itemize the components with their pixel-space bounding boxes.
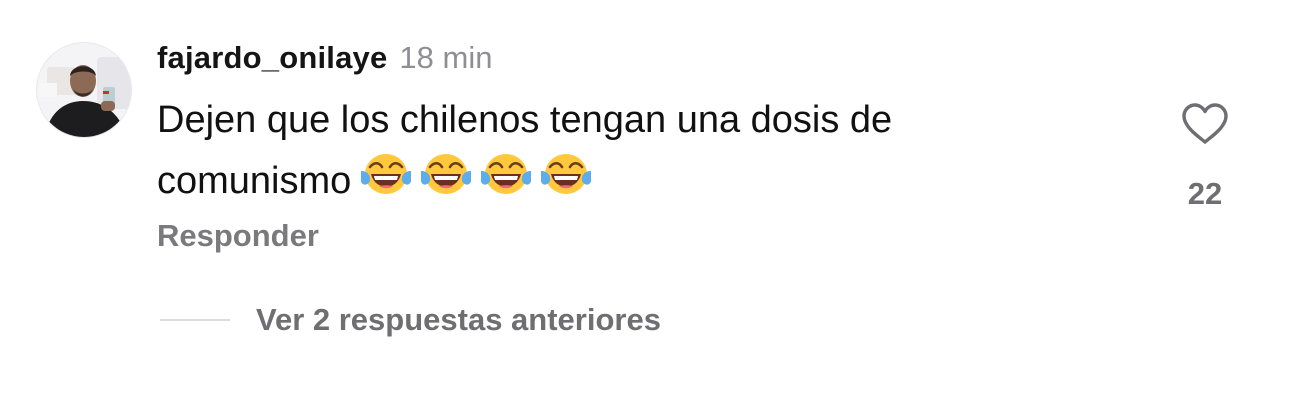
comment: fajardo_onilaye 18 min Dejen que los chi… <box>157 40 1117 216</box>
reply-button[interactable]: Responder <box>157 218 319 254</box>
comment-emojis <box>359 149 599 216</box>
face-with-tears-of-joy-icon <box>421 154 472 194</box>
comment-username[interactable]: fajardo_onilaye <box>157 40 387 76</box>
comment-text: Dejen que los chilenos tengan una dosis … <box>157 92 1057 216</box>
face-with-tears-of-joy-icon <box>481 154 532 194</box>
like-button[interactable] <box>1180 102 1230 146</box>
view-replies-label: Ver 2 respuestas anteriores <box>256 302 661 337</box>
heart-outline-icon <box>1182 103 1228 144</box>
face-with-tears-of-joy-icon <box>541 154 592 194</box>
comment-timestamp: 18 min <box>399 40 493 75</box>
comment-meta: fajardo_onilaye 18 min <box>157 40 1117 84</box>
like-count: 22 <box>1187 176 1223 211</box>
view-previous-replies-button[interactable]: Ver 2 respuestas anteriores <box>160 298 661 342</box>
face-with-tears-of-joy-icon <box>361 154 412 194</box>
replies-divider-line <box>160 319 230 321</box>
avatar[interactable] <box>36 42 132 138</box>
